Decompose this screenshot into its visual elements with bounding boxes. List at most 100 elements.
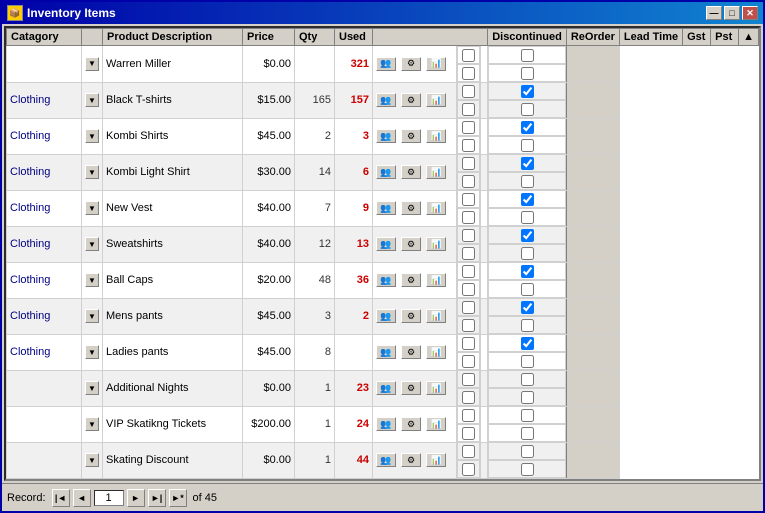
settings-icon-button[interactable]: ⚙: [401, 309, 421, 323]
cell-discontinued[interactable]: [457, 82, 480, 100]
gst-checkbox[interactable]: [521, 409, 534, 422]
col-header-used[interactable]: Used: [335, 29, 373, 46]
cell-gst[interactable]: [488, 46, 566, 64]
pst-checkbox[interactable]: [521, 103, 534, 116]
settings-icon-button[interactable]: ⚙: [401, 381, 421, 395]
pst-checkbox[interactable]: [521, 391, 534, 404]
reorder-checkbox[interactable]: [462, 391, 475, 404]
cell-discontinued[interactable]: [457, 370, 480, 388]
gst-checkbox[interactable]: [521, 373, 534, 386]
table-row[interactable]: Clothing▼Sweatshirts$40.001213 👥 ⚙ 📊: [7, 226, 759, 262]
people-icon-button[interactable]: 👥: [376, 273, 396, 287]
cell-pst[interactable]: [488, 64, 566, 82]
cell-discontinued[interactable]: [457, 118, 480, 136]
chart-icon-button[interactable]: 📊: [426, 309, 446, 323]
cell-dropdown[interactable]: ▼: [82, 478, 103, 479]
cell-pst[interactable]: [488, 280, 566, 298]
gst-checkbox[interactable]: [521, 85, 534, 98]
chart-icon-button[interactable]: 📊: [426, 129, 446, 143]
dropdown-arrow[interactable]: ▼: [85, 129, 99, 143]
reorder-checkbox[interactable]: [462, 247, 475, 260]
chart-icon-button[interactable]: 📊: [426, 165, 446, 179]
cell-reorder[interactable]: [457, 172, 480, 190]
table-scroll-area[interactable]: Catagory Product Description Price Qty U…: [6, 28, 759, 479]
cell-reorder[interactable]: [457, 316, 480, 334]
cell-reorder[interactable]: [457, 100, 480, 118]
dropdown-arrow[interactable]: ▼: [85, 309, 99, 323]
cell-reorder[interactable]: [457, 208, 480, 226]
cell-reorder[interactable]: [457, 64, 480, 82]
settings-icon-button[interactable]: ⚙: [401, 453, 421, 467]
table-row[interactable]: ▼Warren Miller$0.00321 👥 ⚙ 📊: [7, 46, 759, 83]
pst-checkbox[interactable]: [521, 175, 534, 188]
cell-dropdown[interactable]: ▼: [82, 262, 103, 298]
cell-pst[interactable]: [488, 460, 566, 478]
settings-icon-button[interactable]: ⚙: [401, 57, 421, 71]
reorder-checkbox[interactable]: [462, 67, 475, 80]
cell-pst[interactable]: [488, 208, 566, 226]
people-icon-button[interactable]: 👥: [376, 309, 396, 323]
cell-discontinued[interactable]: [457, 226, 480, 244]
cell-pst[interactable]: [488, 388, 566, 406]
gst-checkbox[interactable]: [521, 157, 534, 170]
reorder-checkbox[interactable]: [462, 463, 475, 476]
gst-checkbox[interactable]: [521, 229, 534, 242]
people-icon-button[interactable]: 👥: [376, 417, 396, 431]
table-row[interactable]: Clothing▼Ball Caps$20.004836 👥 ⚙ 📊: [7, 262, 759, 298]
settings-icon-button[interactable]: ⚙: [401, 417, 421, 431]
people-icon-button[interactable]: 👥: [376, 345, 396, 359]
cell-gst[interactable]: [488, 226, 566, 244]
dropdown-arrow[interactable]: ▼: [85, 417, 99, 431]
table-row[interactable]: ▼U-Drive$0.001313 👥 ⚙ 📊: [7, 478, 759, 479]
pst-checkbox[interactable]: [521, 283, 534, 296]
cell-gst[interactable]: [488, 406, 566, 424]
dropdown-arrow[interactable]: ▼: [85, 201, 99, 215]
cell-dropdown[interactable]: ▼: [82, 298, 103, 334]
cell-discontinued[interactable]: [457, 154, 480, 172]
minimize-button[interactable]: —: [706, 6, 722, 20]
dropdown-arrow[interactable]: ▼: [85, 165, 99, 179]
cell-dropdown[interactable]: ▼: [82, 46, 103, 83]
cell-gst[interactable]: [488, 154, 566, 172]
table-row[interactable]: ▼VIP Skatikng Tickets$200.00124 👥 ⚙ 📊: [7, 406, 759, 442]
cell-gst[interactable]: [488, 334, 566, 352]
col-header-leadtime[interactable]: Lead Time: [619, 29, 682, 46]
discontinued-checkbox[interactable]: [462, 157, 475, 170]
dropdown-arrow[interactable]: ▼: [85, 345, 99, 359]
cell-gst[interactable]: [488, 82, 566, 100]
cell-pst[interactable]: [488, 136, 566, 154]
people-icon-button[interactable]: 👥: [376, 165, 396, 179]
gst-checkbox[interactable]: [521, 445, 534, 458]
cell-reorder[interactable]: [457, 352, 480, 370]
discontinued-checkbox[interactable]: [462, 121, 475, 134]
pst-checkbox[interactable]: [521, 319, 534, 332]
pst-checkbox[interactable]: [521, 139, 534, 152]
dropdown-arrow[interactable]: ▼: [85, 381, 99, 395]
chart-icon-button[interactable]: 📊: [426, 345, 446, 359]
gst-checkbox[interactable]: [521, 301, 534, 314]
people-icon-button[interactable]: 👥: [376, 57, 396, 71]
pst-checkbox[interactable]: [521, 463, 534, 476]
discontinued-checkbox[interactable]: [462, 85, 475, 98]
chart-icon-button[interactable]: 📊: [426, 417, 446, 431]
cell-discontinued[interactable]: [457, 442, 480, 460]
cell-discontinued[interactable]: [457, 190, 480, 208]
cell-gst[interactable]: [488, 262, 566, 280]
discontinued-checkbox[interactable]: [462, 301, 475, 314]
cell-pst[interactable]: [488, 172, 566, 190]
cell-discontinued[interactable]: [457, 298, 480, 316]
col-header-reorder[interactable]: ReOrder: [566, 29, 619, 46]
dropdown-arrow[interactable]: ▼: [85, 453, 99, 467]
reorder-checkbox[interactable]: [462, 175, 475, 188]
cell-discontinued[interactable]: [457, 46, 480, 64]
dropdown-arrow[interactable]: ▼: [85, 273, 99, 287]
cell-reorder[interactable]: [457, 388, 480, 406]
people-icon-button[interactable]: 👥: [376, 453, 396, 467]
pst-checkbox[interactable]: [521, 211, 534, 224]
people-icon-button[interactable]: 👥: [376, 129, 396, 143]
reorder-checkbox[interactable]: [462, 355, 475, 368]
settings-icon-button[interactable]: ⚙: [401, 93, 421, 107]
pst-checkbox[interactable]: [521, 355, 534, 368]
reorder-checkbox[interactable]: [462, 103, 475, 116]
col-header-category[interactable]: Catagory: [7, 29, 82, 46]
